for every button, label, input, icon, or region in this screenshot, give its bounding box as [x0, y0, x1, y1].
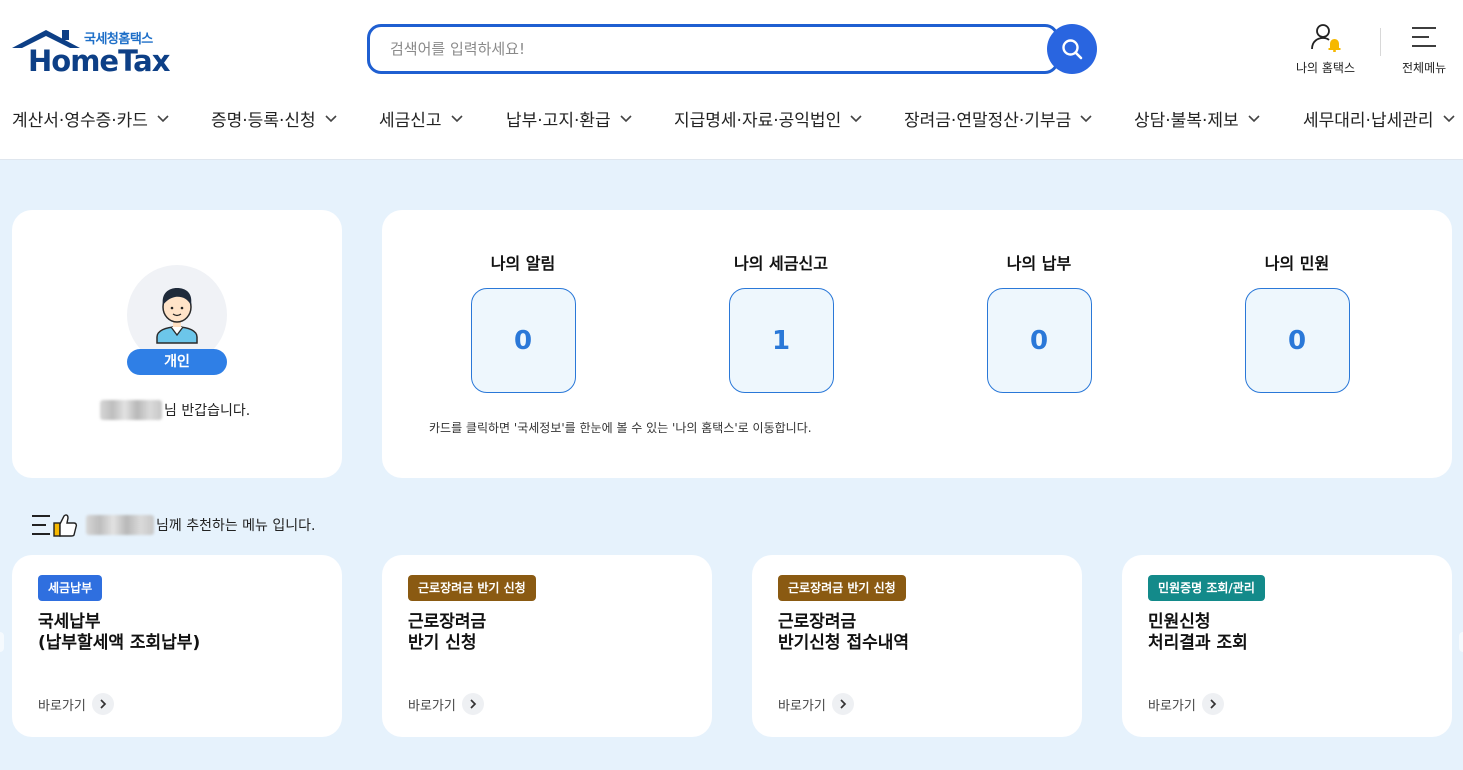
greeting: 님 반갑습니다.: [100, 400, 250, 420]
menu-card-title-line: 반기신청 접수내역: [778, 633, 910, 653]
thumbs-up-list-icon: [32, 514, 78, 537]
gnb-item-payment[interactable]: 납부·고지·환급: [506, 106, 632, 131]
gnb-label: 계산서·영수증·카드: [12, 111, 148, 131]
masked-user-name: [86, 515, 154, 535]
menu-card-title-line: 반기 신청: [408, 633, 477, 653]
chevron-right-icon: [91, 693, 114, 715]
user-type-badge: 개인: [127, 349, 227, 375]
header: 국세청홈택스 HomeTax 나의 홈택스 전체메뉴 계산서·영수증·카드 증: [0, 0, 1463, 160]
gnb-item-statement[interactable]: 지급명세·자료·공익법인: [674, 106, 862, 131]
gnb-label: 상담·불복·제보: [1134, 111, 1239, 131]
profile-card: 개인 님 반갑습니다.: [12, 210, 342, 478]
my-hometax-button[interactable]: 나의 홈택스: [1296, 22, 1355, 76]
go-link-label: 바로가기: [408, 698, 456, 714]
chevron-down-icon: [1442, 114, 1455, 122]
stat-count-box[interactable]: 1: [728, 288, 834, 393]
chevron-right-icon: [831, 693, 854, 715]
menu-card-title: 근로장려금 반기신청 접수내역: [778, 612, 909, 654]
stat-title: 나의 민원: [1264, 254, 1330, 273]
chevron-right-icon: [461, 693, 484, 715]
search-input[interactable]: [390, 27, 1030, 71]
gnb-label: 납부·고지·환급: [506, 111, 611, 131]
search-icon: [1062, 39, 1083, 60]
go-link-label: 바로가기: [778, 698, 826, 714]
chevron-down-icon: [850, 114, 862, 122]
gnb-label: 증명·등록·신청: [211, 111, 316, 131]
chevron-down-icon: [450, 114, 463, 122]
go-link-label: 바로가기: [38, 698, 86, 714]
stat-title: 나의 알림: [490, 254, 556, 273]
menu-card-title-line: 근로장려금: [408, 612, 487, 632]
stat-title: 나의 납부: [1006, 254, 1072, 273]
go-link[interactable]: 바로가기: [408, 693, 484, 715]
gnb-item-incentive[interactable]: 장려금·연말정산·기부금: [904, 106, 1092, 131]
menu-card-tag: 근로장려금 반기 신청: [408, 575, 536, 601]
stat-notifications[interactable]: 나의 알림 0: [443, 250, 603, 393]
stat-count-box[interactable]: 0: [470, 288, 576, 393]
menu-card-incentive-apply[interactable]: 근로장려금 반기 신청 근로장려금 반기 신청 바로가기: [382, 555, 712, 737]
menu-card-title: 근로장려금 반기 신청: [408, 612, 486, 654]
header-divider: [1380, 28, 1381, 56]
stat-count-box[interactable]: 0: [986, 288, 1092, 393]
chevron-down-icon: [157, 114, 169, 122]
stat-title: 나의 세금신고: [734, 254, 828, 273]
stats-note: 카드를 클릭하면 '국세정보'를 한눈에 볼 수 있는 '나의 홈택스'로 이동…: [429, 421, 812, 435]
recommend-text: 님께 추천하는 메뉴 입니다.: [156, 518, 316, 534]
hometax-logo[interactable]: 국세청홈택스 HomeTax: [10, 26, 170, 78]
menu-card-title-line: 근로장려금: [778, 612, 857, 632]
greeting-text: 님 반갑습니다.: [164, 403, 251, 419]
gnb-label: 장려금·연말정산·기부금: [904, 111, 1072, 131]
menu-card-title-line: 민원신청: [1148, 612, 1211, 632]
search-button[interactable]: [1047, 24, 1097, 74]
go-link[interactable]: 바로가기: [1148, 693, 1224, 715]
menu-card-incentive-history[interactable]: 근로장려금 반기 신청 근로장려금 반기신청 접수내역 바로가기: [752, 555, 1082, 737]
menu-card-title-line: (납부할세액 조회납부): [38, 633, 201, 653]
go-link[interactable]: 바로가기: [38, 693, 114, 715]
gnb-item-invoice[interactable]: 계산서·영수증·카드: [12, 106, 169, 131]
menu-card-title-line: 국세납부: [38, 612, 101, 632]
chevron-down-icon: [1080, 114, 1092, 122]
stat-tax-reports[interactable]: 나의 세금신고 1: [701, 250, 861, 393]
chevron-down-icon: [620, 114, 632, 122]
gnb-label: 세금신고: [379, 111, 442, 131]
logo-title: HomeTax: [28, 44, 170, 78]
gnb-item-tax-report[interactable]: 세금신고: [379, 106, 463, 131]
stat-civil-requests[interactable]: 나의 민원 0: [1217, 250, 1377, 393]
stat-payments[interactable]: 나의 납부 0: [959, 250, 1119, 393]
chevron-down-icon: [1248, 114, 1260, 122]
chevron-right-icon: [1201, 693, 1224, 715]
hamburger-menu-icon: [1412, 27, 1437, 47]
menu-card-tag: 세금납부: [38, 575, 103, 601]
global-nav: 계산서·영수증·카드 증명·등록·신청 세금신고 납부·고지·환급 지급명세·자…: [0, 100, 1463, 138]
menu-card-tag: 민원증명 조회/관리: [1148, 575, 1265, 601]
gnb-label: 지급명세·자료·공익법인: [674, 111, 842, 131]
masked-user-name: [100, 400, 162, 420]
gnb-item-certificate[interactable]: 증명·등록·신청: [211, 106, 337, 131]
gnb-item-consult[interactable]: 상담·불복·제보: [1134, 106, 1260, 131]
chevron-down-icon: [325, 114, 337, 122]
menu-card-title: 국세납부 (납부할세액 조회납부): [38, 612, 200, 654]
all-menu-label: 전체메뉴: [1402, 61, 1447, 75]
menu-card-title: 민원신청 처리결과 조회: [1148, 612, 1248, 654]
menu-card-title-line: 처리결과 조회: [1148, 633, 1248, 653]
user-bell-icon: [1310, 24, 1340, 53]
menu-card-civil-result[interactable]: 민원증명 조회/관리 민원신청 처리결과 조회 바로가기: [1122, 555, 1452, 737]
menu-card-tax-payment[interactable]: 세금납부 국세납부 (납부할세액 조회납부) 바로가기: [12, 555, 342, 737]
gnb-label: 세무대리·납세관리: [1303, 111, 1434, 131]
go-link[interactable]: 바로가기: [778, 693, 854, 715]
my-summary-card: 나의 알림 0 나의 세금신고 1 나의 납부 0 나의 민원 0 카드를 클릭…: [382, 210, 1452, 478]
search-box: [367, 24, 1059, 74]
carousel-next-button[interactable]: [1459, 632, 1463, 652]
carousel-prev-button[interactable]: [0, 632, 4, 652]
go-link-label: 바로가기: [1148, 698, 1196, 714]
all-menu-button[interactable]: 전체메뉴: [1402, 22, 1446, 76]
my-hometax-label: 나의 홈택스: [1296, 61, 1356, 75]
recommend-title: 님께 추천하는 메뉴 입니다.: [30, 512, 315, 538]
stat-count-box[interactable]: 0: [1244, 288, 1350, 393]
gnb-item-agent[interactable]: 세무대리·납세관리: [1303, 106, 1455, 131]
menu-card-tag: 근로장려금 반기 신청: [778, 575, 906, 601]
